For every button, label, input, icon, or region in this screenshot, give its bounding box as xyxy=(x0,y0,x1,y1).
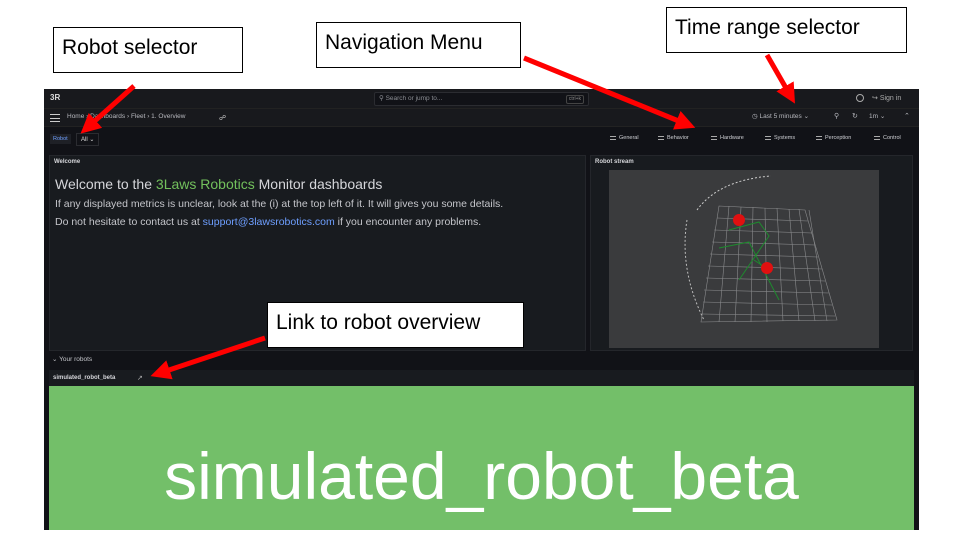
robot-scene xyxy=(684,175,838,323)
robot-3d-viewport[interactable] xyxy=(609,170,879,348)
share-icon[interactable]: ☍ xyxy=(219,114,226,122)
dashboard-icon xyxy=(658,135,664,140)
top-bar: 3R ⚲ Search or jump to... ctrl+k ↪ Sign … xyxy=(44,89,919,109)
robot-marker xyxy=(761,262,773,274)
nav-bar: Home › Dashboards › Fleet › 1. Overview … xyxy=(44,109,919,127)
nav-link-behavior[interactable]: Behavior xyxy=(658,135,689,141)
dashboard-icon xyxy=(874,135,880,140)
menu-icon[interactable] xyxy=(50,114,60,122)
refresh-interval-select[interactable]: 1m ⌄ xyxy=(869,112,885,120)
nav-link-label: Perception xyxy=(825,135,852,141)
dashboard-icon xyxy=(610,135,616,140)
robot-tile-label: simulated_robot_beta xyxy=(164,439,799,513)
variables-bar: Robot All ⌄ General Behavior Hardware Sy… xyxy=(44,127,919,151)
sign-in-icon: ↪ xyxy=(872,95,880,102)
robot-variable-label: Robot xyxy=(50,134,71,144)
brand-name: 3Laws Robotics xyxy=(155,176,255,192)
time-range-selector-callout: Time range selector xyxy=(666,7,907,53)
robot-selector-callout: Robot selector xyxy=(53,27,243,73)
sign-in-link[interactable]: ↪ Sign in xyxy=(872,94,901,102)
robot-stream-panel: Robot stream xyxy=(590,155,913,351)
welcome-text-line2: Do not hesitate to contact us at support… xyxy=(55,216,481,228)
panel-title: Welcome xyxy=(54,159,81,165)
robot-marker xyxy=(733,214,745,226)
nav-link-perception[interactable]: Perception xyxy=(816,135,851,141)
time-range-picker[interactable]: ◷ Last 5 minutes ⌄ xyxy=(752,112,809,120)
refresh-interval-label: 1m xyxy=(869,113,879,120)
nav-link-label: Systems xyxy=(774,135,796,141)
time-range-label: Last 5 minutes xyxy=(759,113,802,120)
help-circle-icon[interactable] xyxy=(856,94,864,102)
navigation-menu-callout: Navigation Menu xyxy=(316,22,521,68)
nav-link-control[interactable]: Control xyxy=(874,135,901,141)
page: 3R ⚲ Search or jump to... ctrl+k ↪ Sign … xyxy=(0,0,960,540)
nav-link-general[interactable]: General xyxy=(610,135,639,141)
chevron-up-icon[interactable]: ⌃ xyxy=(904,112,910,120)
search-placeholder: Search or jump to... xyxy=(385,95,443,102)
chevron-down-icon: ⌄ xyxy=(803,113,810,120)
search-input[interactable]: ⚲ Search or jump to... ctrl+k xyxy=(374,92,589,106)
panel-title: Robot stream xyxy=(595,159,634,165)
support-email-link[interactable]: support@3lawsrobotics.com xyxy=(203,216,335,228)
line2-suffix: if you encounter any problems. xyxy=(334,216,482,228)
sign-in-label: Sign in xyxy=(879,95,902,102)
robot-selector[interactable]: All ⌄ xyxy=(76,133,100,146)
robot-selector-value: All xyxy=(81,137,88,143)
search-shortcut: ctrl+k xyxy=(565,95,584,104)
dashboard-icon xyxy=(816,135,822,140)
search-icon: ⚲ xyxy=(379,95,386,102)
welcome-heading: Welcome to the 3Laws Robotics Monitor da… xyxy=(55,176,382,192)
nav-link-hardware[interactable]: Hardware xyxy=(711,135,744,141)
line2-prefix: Do not hesitate to contact us at xyxy=(55,216,203,228)
external-link-icon[interactable]: ↗ xyxy=(137,374,143,382)
robot-overview-tile[interactable]: simulated_robot_beta xyxy=(49,386,914,530)
nav-link-label: Hardware xyxy=(720,135,744,141)
breadcrumb[interactable]: Home › Dashboards › Fleet › 1. Overview xyxy=(67,113,185,120)
welcome-text-line1: If any displayed metrics is unclear, loo… xyxy=(55,198,504,210)
zoom-out-icon[interactable]: ⚲ xyxy=(834,112,839,120)
robot-name: simulated_robot_beta xyxy=(53,375,116,381)
refresh-icon[interactable]: ↻ xyxy=(852,112,858,120)
path-lines xyxy=(718,221,780,301)
app-logo[interactable]: 3R xyxy=(50,93,64,105)
dashboard-icon xyxy=(711,135,717,140)
your-robots-row-title[interactable]: ⌄ Your robots xyxy=(52,355,92,363)
nav-link-systems[interactable]: Systems xyxy=(765,135,795,141)
nav-link-label: Behavior xyxy=(667,135,689,141)
robot-panel-header: simulated_robot_beta ↗ xyxy=(49,370,914,386)
trajectory-arc xyxy=(684,219,705,321)
trajectory-arc xyxy=(696,175,772,211)
chevron-down-icon: ⌄ xyxy=(89,137,95,143)
nav-link-label: General xyxy=(619,135,639,141)
chevron-down-icon: ⌄ xyxy=(879,113,886,120)
robot-overview-link-callout: Link to robot overview xyxy=(267,302,524,348)
heading-suffix: Monitor dashboards xyxy=(254,176,383,192)
heading-prefix: Welcome to the xyxy=(55,176,156,192)
dashboard-icon xyxy=(765,135,771,140)
nav-link-label: Control xyxy=(883,135,901,141)
